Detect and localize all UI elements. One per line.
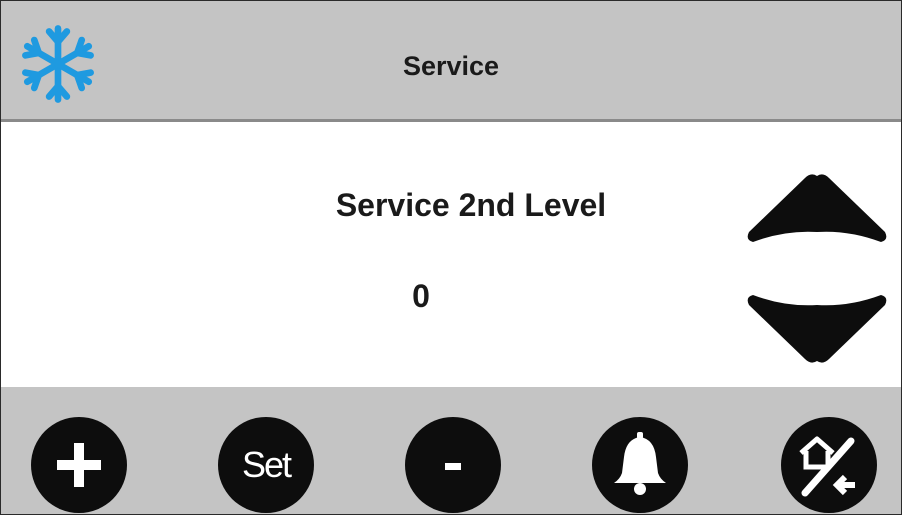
minus-icon bbox=[445, 463, 461, 470]
screen-frame: Service Service 2nd Level 0 Set bbox=[0, 0, 902, 515]
parameter-label: Service 2nd Level bbox=[335, 187, 607, 223]
alarm-button[interactable] bbox=[592, 417, 688, 513]
parameter-panel: Service 2nd Level 0 bbox=[1, 122, 901, 387]
set-button-label: Set bbox=[241, 444, 292, 485]
header-bar: Service bbox=[1, 1, 901, 122]
chevron-up-icon[interactable] bbox=[745, 170, 889, 248]
plus-icon bbox=[57, 443, 101, 487]
page-title: Service bbox=[402, 51, 500, 81]
home-back-button[interactable] bbox=[781, 417, 877, 513]
minus-button[interactable] bbox=[405, 417, 501, 513]
footer-toolbar: Set bbox=[1, 387, 901, 514]
set-button[interactable]: Set bbox=[218, 417, 314, 513]
home-back-icon bbox=[799, 436, 855, 497]
parameter-value: 0 bbox=[412, 278, 430, 314]
bell-icon bbox=[614, 432, 666, 495]
plus-button[interactable] bbox=[31, 417, 127, 513]
chevron-down-icon[interactable] bbox=[745, 287, 889, 367]
